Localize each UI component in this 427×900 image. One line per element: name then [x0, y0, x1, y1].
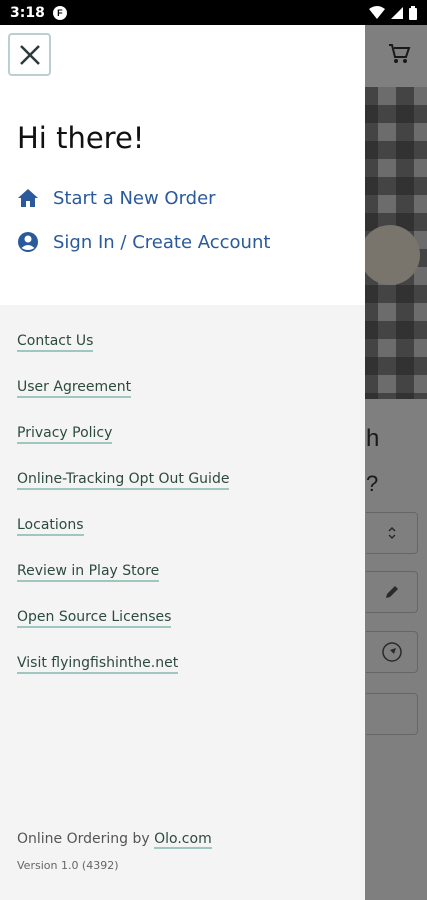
battery-icon: [409, 5, 417, 20]
status-time: 3:18: [10, 4, 45, 21]
start-new-order-label: Start a New Order: [53, 187, 216, 209]
start-new-order-button[interactable]: Start a New Order: [17, 187, 216, 209]
contact-us-link[interactable]: Contact Us: [17, 333, 94, 352]
powered-by-prefix: Online Ordering by: [17, 831, 155, 847]
version-label: Version 1.0 (4392): [17, 859, 119, 872]
wifi-icon: [369, 5, 385, 19]
olo-link[interactable]: Olo.com: [154, 831, 212, 849]
notification-icon: F: [52, 5, 67, 20]
sign-in-label: Sign In / Create Account: [53, 231, 271, 253]
navigation-drawer: Hi there! Start a New Order Sign In / Cr…: [0, 25, 365, 900]
user-agreement-link[interactable]: User Agreement: [17, 379, 132, 398]
signal-icon: [391, 6, 403, 19]
sign-in-button[interactable]: Sign In / Create Account: [17, 231, 270, 253]
powered-by-text: Online Ordering by Olo.com: [17, 831, 212, 849]
review-play-store-link[interactable]: Review in Play Store: [17, 563, 160, 582]
home-icon: [17, 187, 39, 209]
greeting-heading: Hi there!: [17, 121, 145, 155]
drawer-footer: Online Ordering by Olo.com Version 1.0 (…: [17, 831, 212, 872]
close-button[interactable]: [8, 33, 51, 76]
visit-website-link[interactable]: Visit flyingfishinthe.net: [17, 655, 179, 674]
status-bar: 3:18 F: [0, 0, 427, 25]
close-icon: [19, 44, 40, 65]
locations-link[interactable]: Locations: [17, 517, 84, 536]
drawer-links: Contact Us User Agreement Privacy Policy…: [17, 333, 230, 701]
drawer-header: Hi there! Start a New Order Sign In / Cr…: [0, 25, 365, 305]
tracking-opt-out-link[interactable]: Online-Tracking Opt Out Guide: [17, 471, 230, 490]
open-source-licenses-link[interactable]: Open Source Licenses: [17, 609, 172, 628]
account-circle-icon: [17, 231, 39, 253]
privacy-policy-link[interactable]: Privacy Policy: [17, 425, 113, 444]
